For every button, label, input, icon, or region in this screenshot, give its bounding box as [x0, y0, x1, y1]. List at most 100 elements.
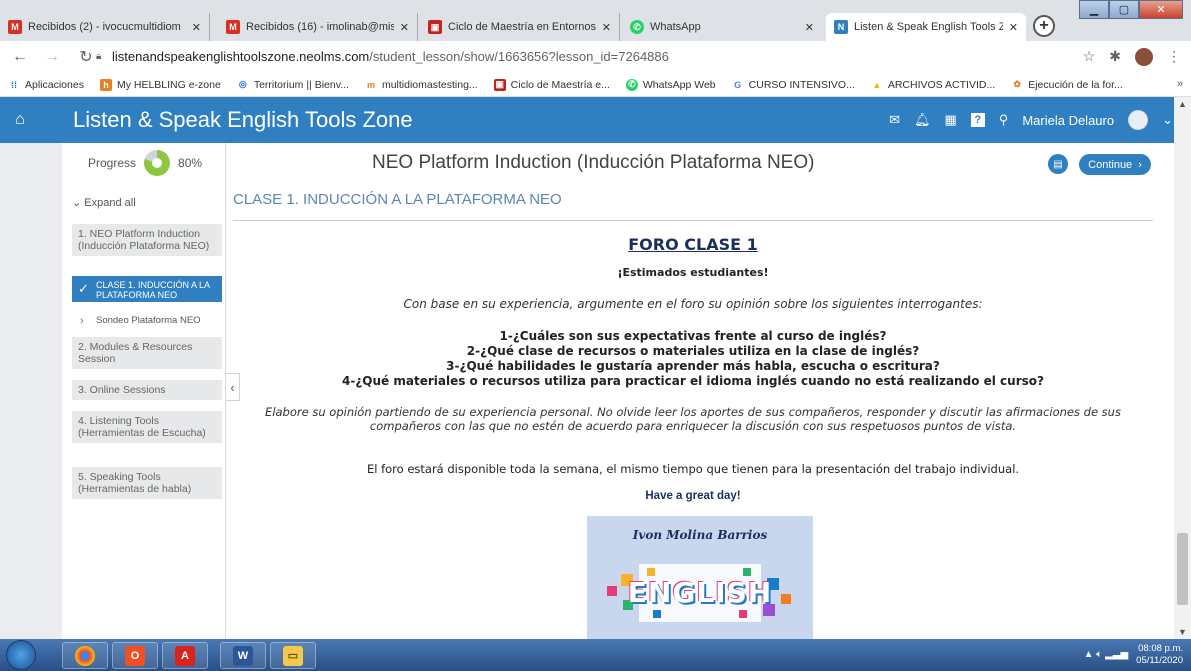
bookmark-helbling[interactable]: h My HELBLING e-zone: [99, 78, 221, 91]
search-icon[interactable]: ⚲: [999, 112, 1009, 128]
browser-tabstrip: M Recibidos (2) - ivocucmultidiom ✕ M Re…: [0, 0, 1191, 41]
bookmark-apps[interactable]: ⁞⁞ Aplicaciones: [8, 79, 84, 91]
sidebar-item-label: 2. Modules & Resources Session: [78, 341, 193, 365]
scrollbar-thumb[interactable]: [1177, 533, 1188, 605]
sidebar-item-label: Sondeo Plataforma NEO: [96, 315, 201, 326]
sidebar-item-sondeo[interactable]: › Sondeo Plataforma NEO: [72, 311, 222, 331]
sidebar-item-label: 3. Online Sessions: [78, 384, 166, 396]
print-button[interactable]: ▤: [1048, 154, 1068, 174]
progress-label: Progress: [88, 156, 137, 170]
home-icon[interactable]: ⌂: [0, 111, 40, 129]
bookmark-star-icon[interactable]: ☆: [1083, 48, 1096, 66]
new-tab-button[interactable]: +: [1033, 15, 1055, 37]
user-avatar[interactable]: [1128, 110, 1149, 130]
sidebar-item-neo-induction[interactable]: 1. NEO Platform Induction (Inducción Pla…: [72, 224, 222, 256]
whatsapp-icon: ✆: [625, 78, 638, 91]
sidebar-item-label: 5. Speaking Tools (Herramientas de habla…: [78, 471, 192, 495]
close-tab-icon[interactable]: ✕: [1009, 21, 1018, 34]
taskbar-explorer[interactable]: ▭: [270, 642, 316, 669]
bookmark-multidiomas[interactable]: m multidiomastesting...: [365, 79, 478, 91]
close-tab-icon[interactable]: ✕: [192, 21, 201, 34]
form-icon: ✿: [1013, 79, 1021, 89]
app-title[interactable]: Listen & Speak English Tools Zone: [73, 107, 413, 133]
mail-icon[interactable]: ✉: [889, 112, 900, 128]
question-item: 4-¿Qué materiales o recursos utiliza par…: [342, 374, 1044, 388]
divider: [233, 220, 1153, 221]
clock[interactable]: 08:08 p.m. 05/11/2020: [1136, 643, 1183, 667]
taskbar-outlook[interactable]: O: [112, 642, 158, 669]
chevron-right-icon: ›: [1138, 158, 1142, 171]
expand-all-toggle[interactable]: ⌄ Expand all: [72, 196, 136, 209]
maximize-button[interactable]: ▢: [1109, 0, 1139, 19]
multidiomas-icon: m: [366, 79, 375, 90]
sidebar-item-label: 4. Listening Tools (Herramientas de Escu…: [78, 415, 206, 439]
tab-title: Listen & Speak English Tools Zo: [854, 21, 1003, 33]
taskbar-word[interactable]: W: [220, 642, 266, 669]
bookmark-curso[interactable]: G CURSO INTENSIVO...: [732, 79, 855, 91]
system-tray: ▲ 🔈︎ ▂▃▅ 08:08 p.m. 05/11/2020: [1084, 643, 1183, 667]
chevron-down-icon[interactable]: ⌄: [1162, 112, 1173, 128]
gmail-icon: M: [8, 20, 22, 34]
office-icon: O: [125, 645, 145, 666]
course-icon: ▣: [493, 78, 506, 91]
scroll-down-icon[interactable]: ▼: [1178, 627, 1187, 637]
scroll-up-icon[interactable]: ▲: [1178, 99, 1187, 109]
lesson-title: CLASE 1. INDUCCIÓN A LA PLATAFORMA NEO: [233, 191, 562, 208]
lock-icon: 🔒︎: [96, 51, 102, 62]
app-header: ⌂ Listen & Speak English Tools Zone ✉ 🔔︎…: [0, 97, 1191, 143]
neo-icon: N: [834, 20, 848, 34]
start-button[interactable]: [6, 640, 36, 670]
close-window-button[interactable]: ✕: [1139, 0, 1183, 19]
reload-icon[interactable]: ↻: [74, 47, 98, 67]
bookmark-territorium[interactable]: ◎ Territorium || Bienv...: [237, 79, 349, 91]
availability-text: El foro estará disponible toda la semana…: [366, 462, 1020, 476]
drive-icon: ▲: [872, 79, 882, 90]
browser-tab[interactable]: ✆ WhatsApp ✕: [622, 13, 822, 41]
gmail-icon: M: [226, 20, 240, 34]
sidebar-item-label: 1. NEO Platform Induction (Inducción Pla…: [78, 228, 210, 252]
browser-tab[interactable]: M Recibidos (16) - imolinab@mise ✕: [218, 13, 418, 41]
browser-tab-active[interactable]: N Listen & Speak English Tools Zo ✕: [826, 13, 1026, 41]
browser-tab[interactable]: ▣ Ciclo de Maestría en Entornos V ✕: [420, 13, 620, 41]
sidebar-item-listening[interactable]: 4. Listening Tools (Herramientas de Escu…: [72, 411, 222, 443]
taskbar-acrobat[interactable]: A: [162, 642, 208, 669]
bookmark-ciclo[interactable]: ▣ Ciclo de Maestría e...: [493, 78, 610, 91]
forward-arrow-icon[interactable]: →: [40, 48, 64, 66]
bookmark-ejecucion[interactable]: ✿ Ejecución de la for...: [1011, 79, 1122, 91]
help-icon[interactable]: ?: [970, 113, 985, 127]
menu-kebab-icon[interactable]: ⋮: [1167, 48, 1181, 66]
bell-icon[interactable]: 🔔︎: [914, 112, 931, 128]
course-title: NEO Platform Induction (Inducción Plataf…: [372, 152, 815, 173]
whatsapp-icon: ✆: [630, 20, 644, 34]
instructions-text: Elabore su opinión partiendo de su exper…: [265, 405, 1121, 433]
browser-tab[interactable]: M Recibidos (2) - ivocucmultidiom ✕: [0, 13, 210, 41]
tray-icons[interactable]: ▲ 🔈︎ ▂▃▅: [1084, 649, 1129, 661]
continue-button[interactable]: Continue ›: [1079, 154, 1151, 175]
sidebar-item-clase1[interactable]: ✓ CLASE 1. INDUCCIÓN A LA PLATAFORMA NEO: [72, 276, 222, 302]
page-scrollbar[interactable]: ▲ ▼: [1174, 97, 1191, 639]
pdf-icon: A: [175, 645, 195, 666]
close-tab-icon[interactable]: ✕: [602, 21, 611, 34]
close-tab-icon[interactable]: ✕: [805, 21, 814, 34]
bookmark-whatsapp[interactable]: ✆ WhatsApp Web: [625, 78, 716, 91]
greeting: ¡Estimados estudiantes!: [617, 266, 769, 279]
taskbar-chrome[interactable]: [62, 642, 108, 669]
folder-icon: ▭: [283, 645, 303, 666]
bookmarks-more-icon[interactable]: »: [1177, 78, 1183, 90]
calendar-icon[interactable]: ▦: [945, 112, 957, 128]
minimize-button[interactable]: ▁: [1079, 0, 1109, 19]
close-tab-icon[interactable]: ✕: [400, 21, 409, 34]
english-banner-image: Ivon Molina Barrios ENGLISH: [587, 516, 813, 639]
back-arrow-icon[interactable]: ←: [8, 48, 32, 66]
url-field[interactable]: listenandspeakenglishtoolszone.neolms.co…: [112, 49, 669, 64]
extensions-icon[interactable]: ✱: [1109, 48, 1121, 66]
clock-time: 08:08 p.m.: [1138, 643, 1183, 654]
google-icon: G: [734, 79, 742, 90]
sidebar-item-speaking[interactable]: 5. Speaking Tools (Herramientas de habla…: [72, 467, 222, 499]
territorium-icon: ◎: [238, 79, 247, 89]
bookmark-archivos[interactable]: ▲ ARCHIVOS ACTIVID...: [871, 79, 995, 91]
user-name[interactable]: Mariela Delauro: [1022, 113, 1114, 128]
profile-avatar[interactable]: [1135, 48, 1153, 66]
sidebar-item-online-sessions[interactable]: 3. Online Sessions: [72, 380, 222, 400]
sidebar-item-modules[interactable]: 2. Modules & Resources Session: [72, 337, 222, 369]
